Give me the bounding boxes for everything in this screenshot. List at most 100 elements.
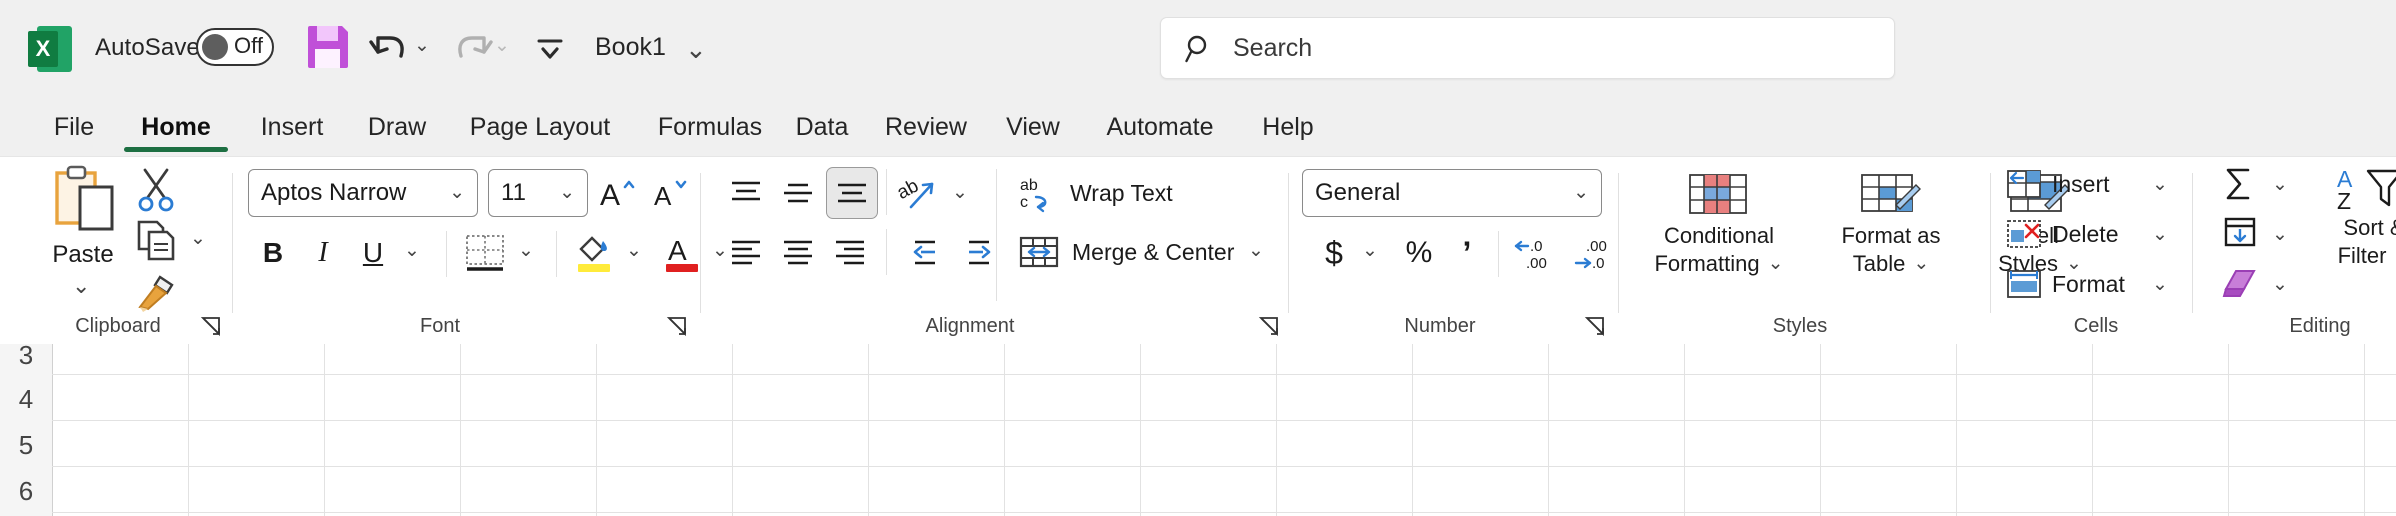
sort-and-filter-button[interactable]: A Z Sort & Filter ⌄: [2300, 161, 2396, 307]
align-middle-button[interactable]: [774, 169, 822, 217]
tab-help[interactable]: Help: [1242, 98, 1334, 156]
format-cells-chevron-down-icon[interactable]: ⌄: [2152, 275, 2168, 295]
conditional-formatting-chevron-down-icon[interactable]: ⌄: [1768, 254, 1784, 274]
autosum-button[interactable]: [2212, 161, 2268, 207]
text-orientation-chevron-down-icon[interactable]: ⌄: [952, 183, 968, 203]
alignment-dialog-launcher-icon[interactable]: [1258, 315, 1280, 337]
increase-indent-button[interactable]: [948, 227, 998, 279]
row-header-6[interactable]: 6: [0, 476, 52, 507]
font-size-chevron-down-icon[interactable]: ⌄: [559, 183, 587, 203]
fill-chevron-down-icon[interactable]: ⌄: [2272, 225, 2288, 245]
column-gridline: [1820, 344, 1821, 516]
cut-scissors-icon: [135, 167, 177, 213]
underline-chevron-down-icon[interactable]: ⌄: [404, 241, 420, 261]
row-header-5[interactable]: 5: [0, 430, 52, 461]
borders-button[interactable]: [458, 227, 512, 279]
font-size-value: 11: [489, 179, 559, 207]
increase-decimal-button[interactable]: .0 .00: [1508, 227, 1562, 279]
tab-page-layout[interactable]: Page Layout: [446, 98, 634, 156]
insert-cells-button[interactable]: Insert: [2000, 161, 2166, 207]
tab-draw[interactable]: Draw: [348, 98, 446, 156]
insert-cells-chevron-down-icon[interactable]: ⌄: [2152, 175, 2168, 195]
redo-icon[interactable]: [448, 22, 494, 70]
format-as-table-button[interactable]: Format as Table ⌄: [1816, 163, 1966, 311]
wrap-text-button[interactable]: ab c Wrap Text: [1010, 167, 1268, 219]
decrease-font-size-button[interactable]: A: [648, 169, 696, 217]
bold-button[interactable]: B: [250, 227, 296, 279]
number-format-combo[interactable]: General ⌄: [1302, 169, 1602, 217]
document-title-chevron-down-icon[interactable]: ⌄: [685, 36, 707, 63]
delete-cells-label: Delete: [2052, 221, 2118, 248]
svg-text:ab: ab: [1020, 177, 1038, 194]
tab-file[interactable]: File: [40, 98, 108, 156]
decrease-indent-button[interactable]: [894, 227, 944, 279]
merge-and-center-chevron-down-icon[interactable]: ⌄: [1248, 241, 1264, 261]
autosave-toggle[interactable]: Off: [196, 28, 274, 66]
cut-button[interactable]: [128, 163, 184, 217]
delete-cells-button[interactable]: Delete: [2000, 211, 2166, 257]
save-icon[interactable]: [308, 26, 348, 68]
tab-automate[interactable]: Automate: [1078, 98, 1242, 156]
clear-chevron-down-icon[interactable]: ⌄: [2272, 275, 2288, 295]
font-color-button[interactable]: A: [658, 227, 706, 279]
align-top-button[interactable]: [722, 169, 770, 217]
font-color-swatch: [666, 264, 698, 272]
copy-button[interactable]: [128, 215, 184, 267]
number-format-chevron-down-icon[interactable]: ⌄: [1573, 183, 1601, 203]
redo-dropdown-chevron-down-icon[interactable]: ⌄: [494, 36, 510, 56]
increase-indent-icon: [953, 236, 993, 270]
accounting-format-chevron-down-icon[interactable]: ⌄: [1362, 241, 1378, 261]
fill-button[interactable]: [2212, 211, 2268, 257]
italic-button[interactable]: I: [300, 227, 346, 279]
tab-formulas[interactable]: Formulas: [636, 98, 784, 156]
font-dialog-launcher-icon[interactable]: [666, 315, 688, 337]
row-header-3[interactable]: 3: [0, 344, 52, 371]
borders-chevron-down-icon[interactable]: ⌄: [518, 241, 534, 261]
font-family-combo[interactable]: Aptos Narrow ⌄: [248, 169, 478, 217]
spreadsheet-grid[interactable]: 3 4 5 6 7: [0, 344, 2396, 516]
clipboard-dialog-launcher-icon[interactable]: [200, 315, 222, 337]
percent-format-button[interactable]: %: [1396, 227, 1442, 279]
align-bottom-button[interactable]: [826, 167, 878, 219]
comma-format-button[interactable]: ’: [1446, 227, 1488, 279]
align-center-icon: [780, 236, 816, 270]
paste-button[interactable]: Paste ⌄: [34, 163, 132, 305]
format-painter-button[interactable]: [128, 267, 184, 319]
font-family-chevron-down-icon[interactable]: ⌄: [449, 183, 477, 203]
undo-dropdown-chevron-down-icon[interactable]: ⌄: [414, 36, 430, 56]
tab-insert[interactable]: Insert: [240, 98, 344, 156]
align-left-button[interactable]: [722, 227, 770, 279]
delete-cells-chevron-down-icon[interactable]: ⌄: [2152, 225, 2168, 245]
tab-home[interactable]: Home: [118, 98, 234, 156]
decrease-decimal-button[interactable]: .00 .0: [1566, 227, 1620, 279]
accounting-format-button[interactable]: $: [1312, 227, 1356, 279]
align-center-button[interactable]: [774, 227, 822, 279]
underline-button[interactable]: U: [350, 227, 396, 279]
font-size-combo[interactable]: 11 ⌄: [488, 169, 588, 217]
paste-chevron-down-icon[interactable]: ⌄: [72, 275, 90, 298]
tab-data[interactable]: Data: [780, 98, 864, 156]
copy-chevron-down-icon[interactable]: ⌄: [190, 229, 206, 249]
format-as-table-chevron-down-icon[interactable]: ⌄: [1913, 254, 1929, 274]
column-gridline: [732, 344, 733, 516]
wrap-text-icon: ab c: [1018, 173, 1058, 213]
active-tab-underline: [124, 147, 228, 152]
conditional-formatting-button[interactable]: Conditional Formatting ⌄: [1630, 163, 1808, 311]
fill-color-button[interactable]: [568, 227, 620, 279]
clear-button[interactable]: [2212, 261, 2268, 307]
document-title[interactable]: Book1: [595, 33, 666, 62]
align-right-button[interactable]: [826, 227, 874, 279]
fill-color-chevron-down-icon[interactable]: ⌄: [626, 241, 642, 261]
undo-icon[interactable]: [368, 22, 414, 70]
autosum-chevron-down-icon[interactable]: ⌄: [2272, 175, 2288, 195]
merge-and-center-button[interactable]: Merge & Center: [1010, 225, 1248, 279]
text-orientation-button[interactable]: ab: [892, 169, 946, 217]
row-header-4[interactable]: 4: [0, 384, 52, 415]
tab-view[interactable]: View: [988, 98, 1078, 156]
tab-review[interactable]: Review: [862, 98, 990, 156]
number-dialog-launcher-icon[interactable]: [1584, 315, 1606, 337]
increase-font-size-button[interactable]: A: [594, 169, 642, 217]
customize-quick-access-toolbar-icon[interactable]: [532, 30, 568, 66]
format-cells-button[interactable]: Format: [2000, 261, 2166, 307]
search-box[interactable]: Search: [1160, 17, 1895, 79]
